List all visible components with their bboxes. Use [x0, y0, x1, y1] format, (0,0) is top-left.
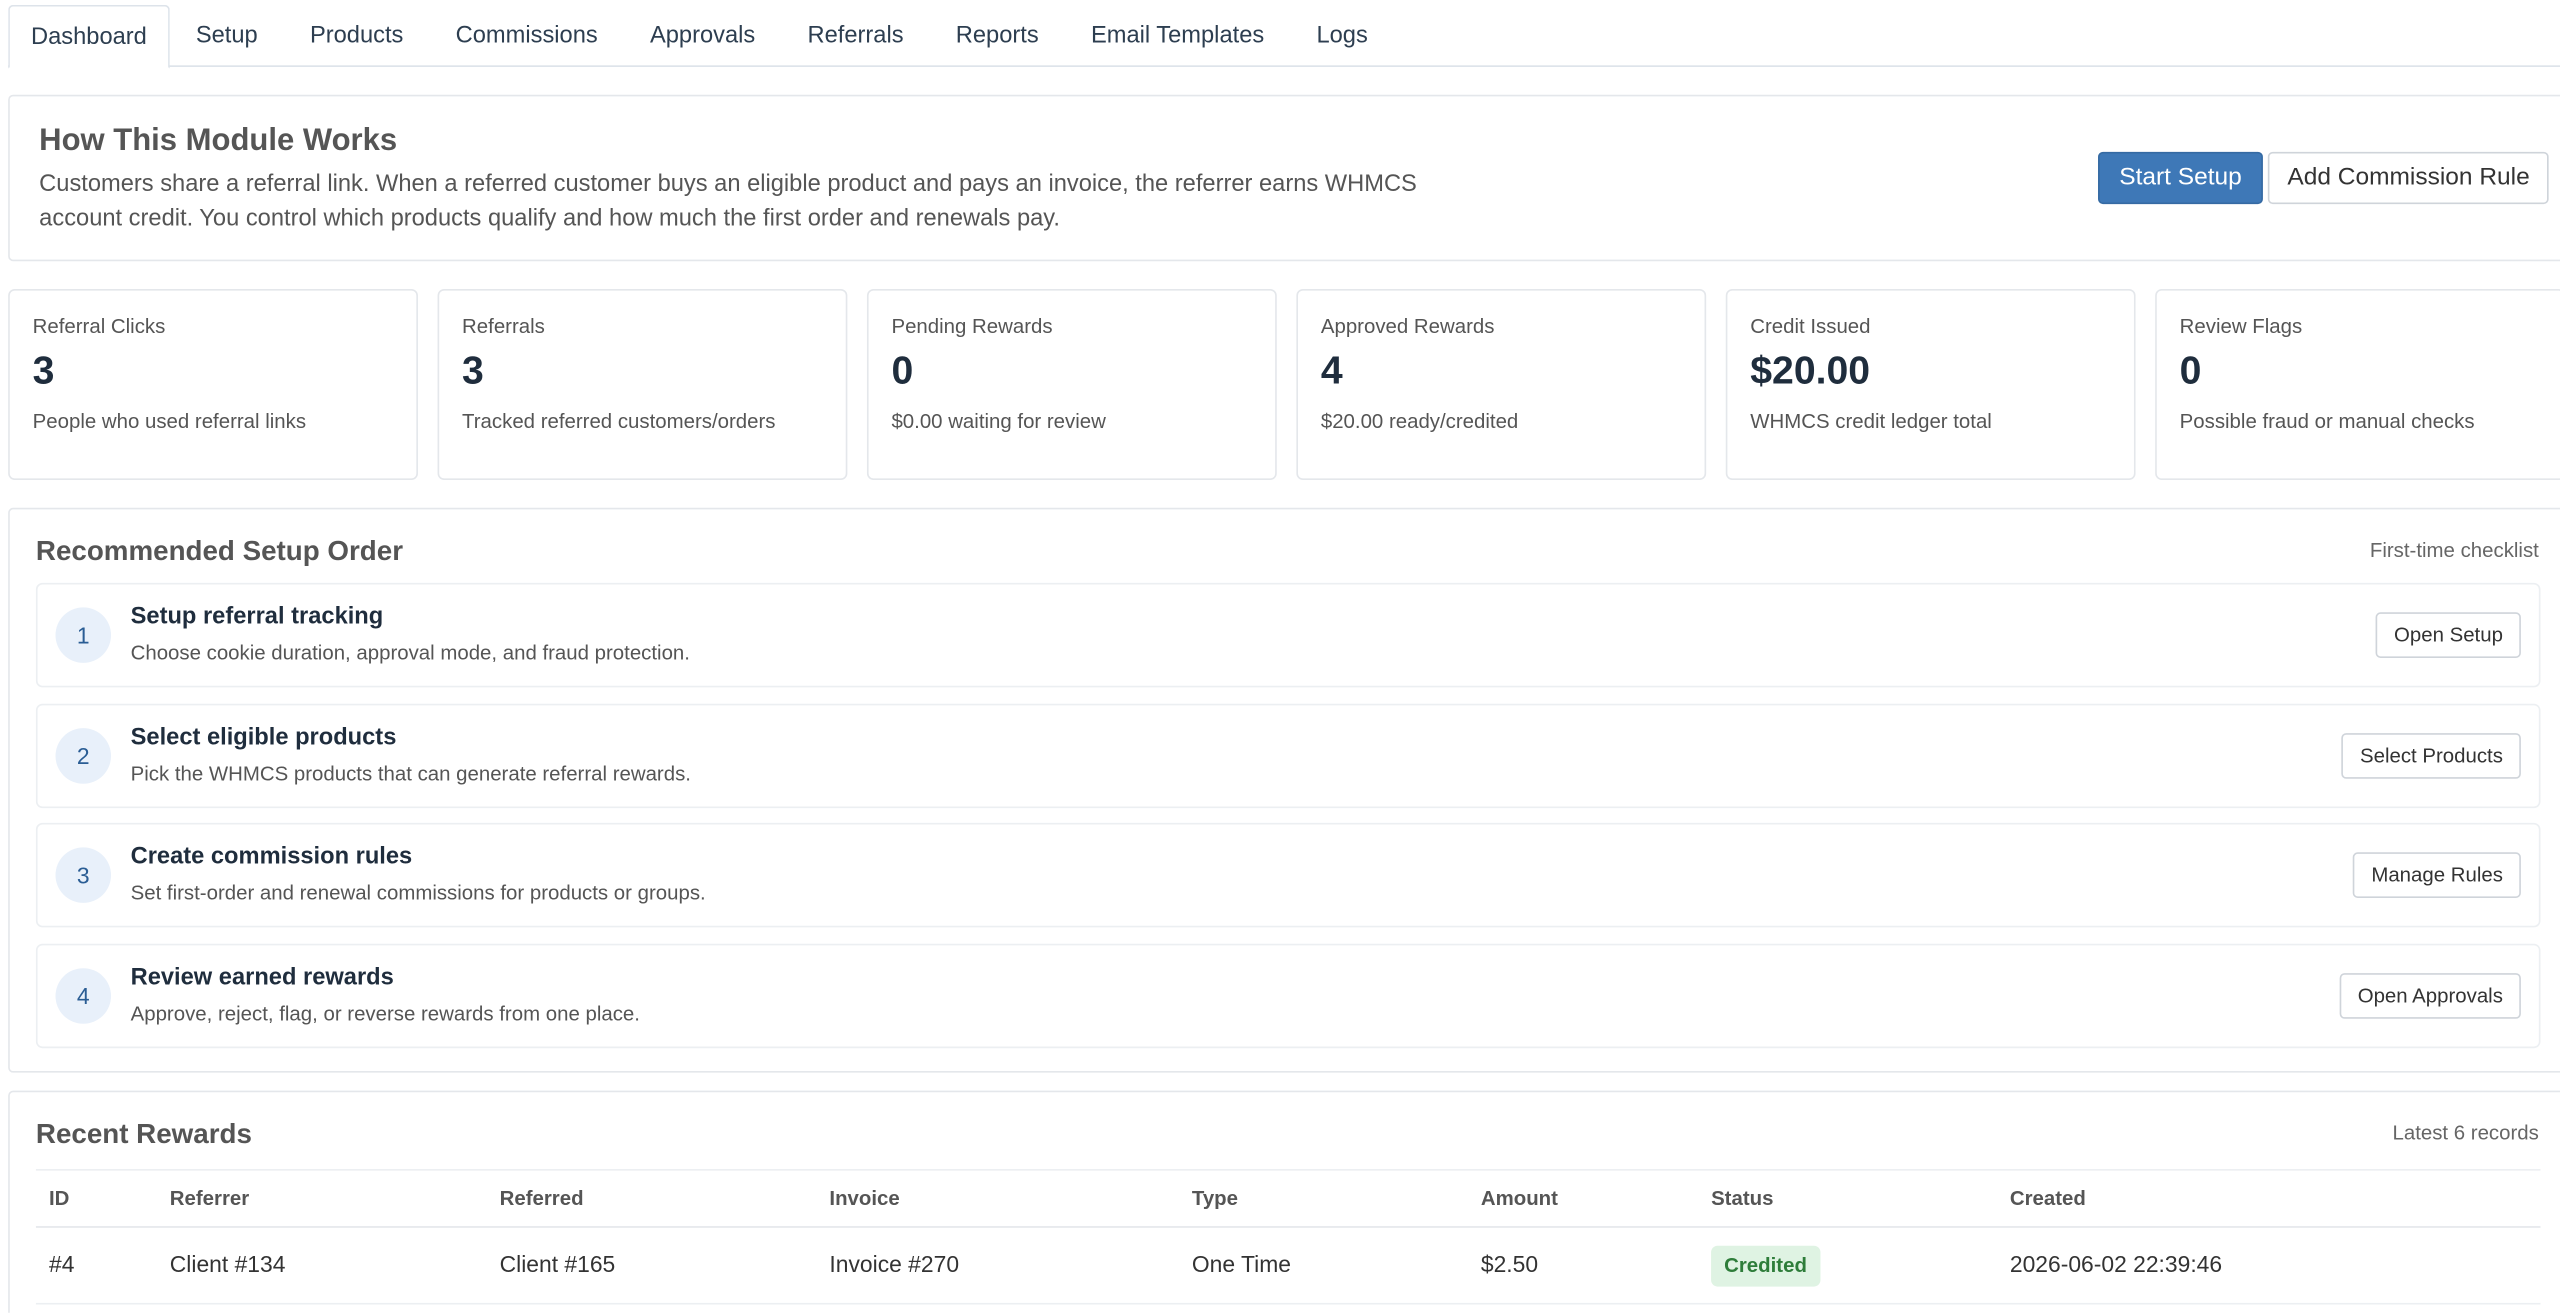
- tab-bar: Dashboard Setup Products Commissions App…: [8, 4, 2560, 69]
- step-number-badge: 2: [55, 728, 112, 784]
- stat-desc: Tracked referred customers/orders: [462, 409, 776, 433]
- stat-label: Referral Clicks: [32, 315, 166, 338]
- tab-dashboard[interactable]: Dashboard: [8, 4, 170, 69]
- tab-logs[interactable]: Logs: [1290, 5, 1394, 67]
- start-setup-button[interactable]: Start Setup: [2098, 151, 2263, 205]
- column-header-referrer: Referrer: [169, 1186, 250, 1210]
- setup-step: 3 Create commission rules Set first-orde…: [35, 822, 2541, 928]
- tab-email-templates[interactable]: Email Templates: [1065, 5, 1290, 67]
- column-header-referred: Referred: [499, 1186, 584, 1210]
- stat-value: 3: [32, 349, 55, 394]
- step-desc: Pick the WHMCS products that can generat…: [130, 762, 691, 786]
- stat-value: $20.00: [1750, 349, 1871, 394]
- setup-order-title: Recommended Setup Order: [35, 535, 403, 567]
- stat-label: Referrals: [462, 315, 545, 338]
- tab-referrals[interactable]: Referrals: [781, 5, 929, 67]
- stat-card-referrals: Referrals 3 Tracked referred customers/o…: [437, 288, 848, 481]
- setup-order-panel: Recommended Setup Order First-time check…: [8, 507, 2560, 1073]
- stat-label: Credit Issued: [1750, 315, 1871, 338]
- cell-invoice: Invoice #270: [829, 1250, 960, 1277]
- cell-type: One Time: [1191, 1250, 1291, 1277]
- step-desc: Choose cookie duration, approval mode, a…: [130, 641, 690, 665]
- open-approvals-button[interactable]: Open Approvals: [2339, 973, 2521, 1019]
- recent-rewards-note: Latest 6 records: [2392, 1121, 2539, 1145]
- table-header: ID Referrer Referred Invoice Type Amount…: [35, 1169, 2541, 1228]
- step-number-badge: 4: [55, 968, 112, 1024]
- stat-value: 4: [1320, 349, 1343, 394]
- step-title: Select eligible products: [130, 724, 397, 752]
- stat-desc: Possible fraud or manual checks: [2179, 409, 2475, 433]
- stat-desc: WHMCS credit ledger total: [1750, 409, 1992, 433]
- stat-value: 0: [2179, 349, 2202, 394]
- stat-card-referral-clicks: Referral Clicks 3 People who used referr…: [8, 288, 418, 481]
- cell-amount: $2.50: [1480, 1250, 1539, 1277]
- cell-created: 2026-06-02 22:39:46: [2009, 1250, 2223, 1277]
- stat-label: Review Flags: [2179, 315, 2303, 338]
- intro-text: Customers share a referral link. When a …: [39, 171, 1417, 232]
- manage-rules-button[interactable]: Manage Rules: [2353, 852, 2521, 898]
- open-setup-button[interactable]: Open Setup: [2376, 612, 2521, 658]
- step-title: Setup referral tracking: [130, 604, 384, 631]
- stat-desc: $20.00 ready/credited: [1320, 409, 1519, 433]
- column-header-amount: Amount: [1480, 1186, 1558, 1210]
- cell-referred: Client #165: [499, 1250, 616, 1277]
- tab-products[interactable]: Products: [284, 5, 430, 67]
- column-header-created: Created: [2009, 1186, 2086, 1210]
- recent-rewards-panel: Recent Rewards Latest 6 records ID Refer…: [8, 1090, 2560, 1313]
- setup-order-note: First-time checklist: [2369, 538, 2539, 562]
- table-row[interactable]: #4 Client #134 Client #165 Invoice #270 …: [35, 1228, 2541, 1305]
- step-title: Create commission rules: [130, 844, 413, 871]
- stat-value: 0: [891, 349, 914, 394]
- tab-reports[interactable]: Reports: [930, 5, 1065, 67]
- rewards-table: ID Referrer Referred Invoice Type Amount…: [35, 1169, 2541, 1305]
- select-products-button[interactable]: Select Products: [2342, 733, 2521, 779]
- column-header-id: ID: [48, 1186, 70, 1210]
- status-badge: Credited: [1711, 1245, 1820, 1287]
- recent-rewards-title: Recent Rewards: [35, 1118, 252, 1150]
- stat-card-pending-rewards: Pending Rewards 0 $0.00 waiting for revi…: [866, 288, 1277, 481]
- stat-value: 3: [462, 349, 484, 394]
- tab-setup[interactable]: Setup: [170, 5, 284, 67]
- column-header-type: Type: [1191, 1186, 1238, 1210]
- column-header-invoice: Invoice: [829, 1186, 900, 1210]
- stat-card-credit-issued: Credit Issued $20.00 WHMCS credit ledger…: [1725, 288, 2136, 481]
- add-commission-rule-button[interactable]: Add Commission Rule: [2267, 151, 2550, 205]
- tab-approvals[interactable]: Approvals: [624, 5, 782, 67]
- cell-id: #4: [48, 1250, 75, 1277]
- stat-label: Approved Rewards: [1320, 315, 1495, 338]
- cell-referrer: Client #134: [169, 1250, 286, 1277]
- intro-panel: How This Module Works Customers share a …: [8, 94, 2560, 262]
- step-desc: Set first-order and renewal commissions …: [130, 881, 706, 905]
- step-desc: Approve, reject, flag, or reverse reward…: [130, 1002, 640, 1026]
- setup-step: 1 Setup referral tracking Choose cookie …: [35, 582, 2541, 688]
- tab-commissions[interactable]: Commissions: [430, 5, 624, 67]
- setup-step: 2 Select eligible products Pick the WHMC…: [35, 703, 2541, 809]
- stat-label: Pending Rewards: [891, 315, 1053, 338]
- stat-card-review-flags: Review Flags 0 Possible fraud or manual …: [2155, 288, 2560, 481]
- stat-desc: $0.00 waiting for review: [891, 409, 1106, 433]
- page: Dashboard Setup Products Commissions App…: [0, 0, 2560, 1313]
- step-title: Review earned rewards: [130, 964, 394, 992]
- setup-step: 4 Review earned rewards Approve, reject,…: [35, 943, 2541, 1049]
- step-number-badge: 1: [55, 607, 112, 663]
- step-number-badge: 3: [55, 847, 112, 903]
- intro-title: How This Module Works: [39, 124, 398, 159]
- column-header-status: Status: [1711, 1186, 1774, 1210]
- stat-desc: People who used referral links: [32, 409, 307, 433]
- stat-card-approved-rewards: Approved Rewards 4 $20.00 ready/credited: [1296, 288, 1707, 481]
